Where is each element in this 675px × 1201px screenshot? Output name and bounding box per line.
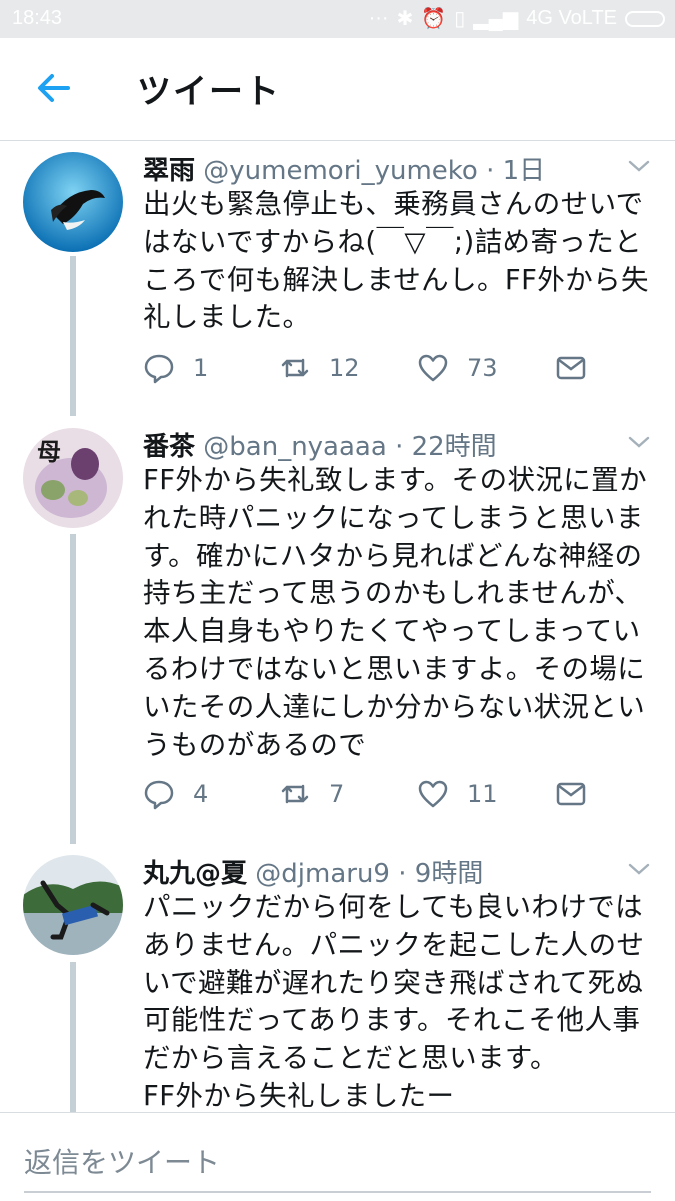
tweet-item[interactable]: 翠雨 @yumemori_yumeko · 1日 出火も緊急停止も、乗務員さんの…: [0, 150, 675, 415]
retweet-button[interactable]: 12: [279, 352, 360, 384]
retweet-icon: [281, 784, 309, 804]
envelope-icon: [556, 782, 586, 806]
display-name[interactable]: 番茶: [143, 432, 195, 462]
network-label: 4G VoLTE: [526, 7, 617, 29]
reply-button[interactable]: 4: [143, 778, 208, 810]
chevron-down-icon[interactable]: [627, 156, 651, 176]
like-count: 73: [467, 354, 498, 382]
status-time: 18:43: [12, 7, 63, 29]
heart-icon: [418, 354, 448, 382]
tweet-header: 翠雨 @yumemori_yumeko · 1日: [143, 156, 546, 186]
timestamp: 9時間: [414, 859, 484, 889]
app-bar: ツイート: [0, 38, 675, 141]
retweet-count: 7: [329, 780, 345, 808]
timestamp: 1日: [502, 156, 546, 186]
share-dm-button[interactable]: [555, 352, 587, 384]
retweet-button[interactable]: 7: [279, 778, 344, 810]
tweet-text: 出火も緊急停止も、乗務員さんのせいで はないですからね(￣▽￣;)詰め寄ったと …: [143, 188, 649, 334]
heart-icon: [418, 780, 448, 808]
svg-text:母: 母: [37, 438, 61, 466]
status-bar: 18:43 ··· ✱ ⏰ ▯ ▂▄▆ 4G VoLTE: [0, 0, 675, 38]
envelope-icon: [556, 356, 586, 380]
tweet-header: 番茶 @ban_nyaaaa · 22時間: [143, 432, 497, 462]
tweet-text: FF外から失礼致します。その状況に置か れた時パニックになってしまうと思いま す…: [143, 464, 647, 761]
display-name[interactable]: 翠雨: [143, 156, 195, 186]
sweets-avatar-image: 母: [23, 428, 123, 528]
chevron-down-icon[interactable]: [627, 859, 651, 879]
like-count: 11: [467, 780, 498, 808]
alarm-icon: ⏰: [421, 8, 447, 30]
input-underline: [24, 1191, 651, 1193]
display-name[interactable]: 丸九@夏: [143, 859, 247, 889]
vibrate-icon: ▯: [454, 8, 466, 30]
beach-avatar-image: [23, 855, 123, 955]
tweet-header: 丸九@夏 @djmaru9 · 9時間: [143, 859, 484, 889]
reply-count: 1: [193, 354, 209, 382]
battery-icon: [625, 10, 665, 27]
reply-input[interactable]: 返信をツイート: [24, 1141, 220, 1181]
reply-icon: [144, 354, 174, 384]
handle[interactable]: @ban_nyaaaa: [203, 432, 387, 462]
tweet-actions: 1 12 73: [143, 352, 613, 392]
reply-composer[interactable]: 返信をツイート: [0, 1112, 675, 1201]
tweet-item[interactable]: 母 番茶 @ban_nyaaaa · 22時間 FF外から失礼致します。その状況…: [0, 426, 675, 836]
status-icons: ··· ✱ ⏰ ▯ ▂▄▆ 4G VoLTE: [369, 6, 665, 31]
signal-icon: ▂▄▆: [473, 8, 519, 30]
orca-avatar-image: [23, 152, 123, 252]
avatar[interactable]: [23, 152, 123, 252]
timestamp: 22時間: [411, 432, 497, 462]
retweet-count: 12: [329, 354, 360, 382]
page-title: ツイート: [137, 72, 281, 112]
reply-button[interactable]: 1: [143, 352, 208, 384]
like-button[interactable]: 73: [417, 352, 498, 384]
reply-count: 4: [193, 780, 209, 808]
tweet-item[interactable]: 丸九@夏 @djmaru9 · 9時間 パニックだから何をしても良いわけでは あ…: [0, 853, 675, 1112]
handle[interactable]: @djmaru9: [255, 859, 390, 889]
handle[interactable]: @yumemori_yumeko: [203, 156, 478, 186]
chevron-down-icon[interactable]: [627, 432, 651, 452]
avatar[interactable]: 母: [23, 428, 123, 528]
avatar[interactable]: [23, 855, 123, 955]
retweet-icon: [281, 358, 309, 378]
back-arrow-icon[interactable]: [34, 68, 74, 108]
like-button[interactable]: 11: [417, 778, 498, 810]
tweet-actions: 4 7 11: [143, 778, 613, 818]
bluetooth-icon: ✱: [396, 8, 414, 30]
notification-dots-icon: ···: [368, 7, 389, 29]
reply-icon: [144, 780, 174, 810]
tweet-text: パニックだから何をしても良いわけでは ありません。パニックを起こした人のせ いで…: [143, 891, 645, 1112]
share-dm-button[interactable]: [555, 778, 587, 810]
